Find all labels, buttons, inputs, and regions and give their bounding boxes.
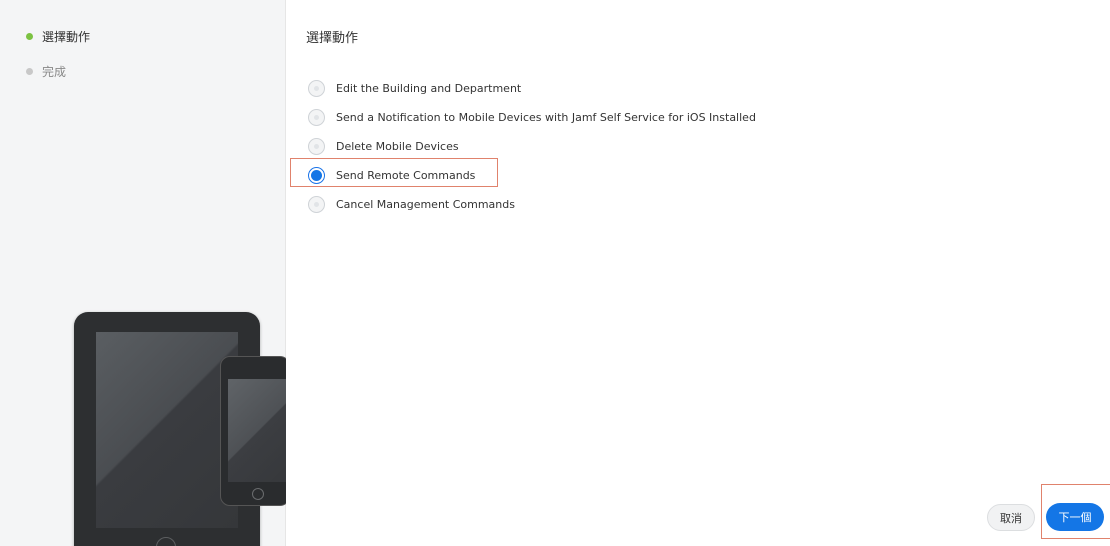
wizard-window: 選擇動作 完成 選擇動作 Edit the Building and Depar… bbox=[0, 0, 1110, 546]
radio-button[interactable] bbox=[308, 196, 325, 213]
radio-button[interactable] bbox=[308, 80, 325, 97]
option-cancel-management-commands[interactable]: Cancel Management Commands bbox=[308, 190, 756, 219]
option-label: Send Remote Commands bbox=[336, 169, 476, 182]
option-send-remote-commands[interactable]: Send Remote Commands bbox=[308, 161, 756, 190]
tablet-screen bbox=[96, 332, 238, 528]
option-label: Edit the Building and Department bbox=[336, 82, 522, 95]
phone-icon bbox=[220, 356, 286, 506]
next-button[interactable]: 下一個 bbox=[1046, 503, 1104, 531]
action-options: Edit the Building and Department Send a … bbox=[308, 74, 756, 219]
option-send-notification[interactable]: Send a Notification to Mobile Devices wi… bbox=[308, 103, 756, 132]
option-label: Delete Mobile Devices bbox=[336, 140, 459, 153]
option-label: Send a Notification to Mobile Devices wi… bbox=[336, 111, 756, 124]
sidebar: 選擇動作 完成 bbox=[0, 0, 286, 546]
radio-button[interactable] bbox=[308, 138, 325, 155]
phone-screen bbox=[228, 379, 286, 482]
radio-button-selected[interactable] bbox=[308, 167, 325, 184]
page-title: 選擇動作 bbox=[306, 31, 359, 46]
option-delete-devices[interactable]: Delete Mobile Devices bbox=[308, 132, 756, 161]
option-edit-building[interactable]: Edit the Building and Department bbox=[308, 74, 756, 103]
device-illustration bbox=[0, 0, 286, 546]
phone-home-button bbox=[252, 488, 264, 500]
cancel-button[interactable]: 取消 bbox=[987, 504, 1035, 531]
option-label: Cancel Management Commands bbox=[336, 198, 515, 211]
tablet-home-button bbox=[156, 537, 176, 546]
radio-button[interactable] bbox=[308, 109, 325, 126]
